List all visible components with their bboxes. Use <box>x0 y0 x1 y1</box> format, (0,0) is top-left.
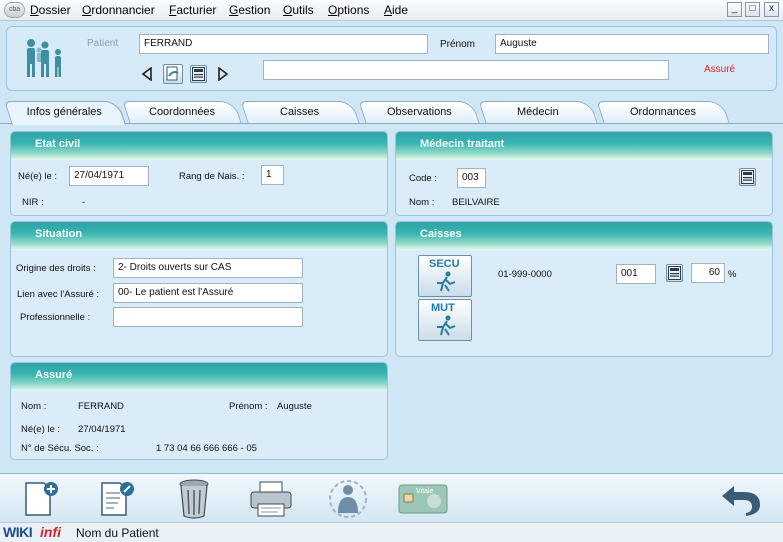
patient-label: Patient <box>87 38 119 49</box>
running-man-icon <box>437 271 456 292</box>
app-logo[interactable]: cba <box>4 2 25 18</box>
assure-section: Assuré Nom : FERRAND Prénom : Auguste Né… <box>10 362 388 460</box>
nir-label: NIR : <box>22 197 44 208</box>
brand-logo-wiki: WIKI <box>3 524 33 540</box>
tab-infos-generales-label: Infos générales <box>27 106 103 118</box>
situation-section: Situation Origine des droits : 2- Droits… <box>10 221 388 357</box>
menu-aide[interactable]: Aide <box>384 3 408 17</box>
menu-dossier[interactable]: Dossier <box>30 3 71 17</box>
printer-icon[interactable] <box>248 480 294 518</box>
new-document-icon[interactable] <box>22 479 62 519</box>
patient-profile-icon[interactable] <box>326 479 370 519</box>
assure-nom-value: FERRAND <box>78 401 124 412</box>
etat-civil-section: Etat civil Né(e) le : 27/04/1971 Rang de… <box>10 131 388 216</box>
rang-nais-field[interactable]: 1 <box>261 165 284 185</box>
assure-ne-le-value: 27/04/1971 <box>78 424 126 435</box>
situation-title: Situation <box>11 222 387 250</box>
secu-label: SECU <box>429 258 460 270</box>
assure-prenom-value: Auguste <box>277 401 312 412</box>
caisses-title: Caisses <box>396 222 772 250</box>
medecin-calculator-button[interactable] <box>739 168 756 186</box>
tab-medecin-label: Médecin <box>517 106 559 118</box>
prenom-field[interactable]: Auguste <box>495 34 769 54</box>
restore-button[interactable]: □ <box>745 2 760 17</box>
medecin-traitant-title: Médecin traitant <box>396 132 772 160</box>
calculator-button[interactable] <box>190 65 207 83</box>
mut-button[interactable]: MUT <box>418 299 472 341</box>
menu-gestion[interactable]: Gestion <box>229 3 270 17</box>
assure-ne-le-label: Né(e) le : <box>21 424 61 435</box>
assure-status-label: Assuré <box>704 64 736 75</box>
menu-outils[interactable]: Outils <box>283 3 314 17</box>
patient-name-field[interactable]: FERRAND <box>139 34 428 54</box>
medecin-traitant-section: Médecin traitant Code : 003 Nom : BEILVA… <box>395 131 773 216</box>
tab-coordonnees-label: Coordonnées <box>148 106 216 118</box>
caisse-numero: 01-999-0000 <box>498 269 552 280</box>
search-patient-icon <box>166 66 179 81</box>
caisse-calculator-button[interactable] <box>666 264 683 282</box>
tab-caisses[interactable]: Caisses <box>240 101 360 123</box>
ne-le-field[interactable]: 27/04/1971 <box>69 166 149 186</box>
menu-ordonnancier[interactable]: Ordonnancier <box>82 3 155 17</box>
running-man-icon <box>437 315 456 336</box>
nir-value: - <box>82 197 86 208</box>
rang-nais-label: Rang de Nais. : <box>179 171 245 182</box>
previous-arrow-icon[interactable] <box>141 67 153 81</box>
calculator-icon <box>741 170 754 184</box>
back-arrow-icon[interactable] <box>718 480 764 518</box>
medecin-nom-value: BEILVAIRE <box>452 197 500 208</box>
tab-caisses-label: Caisses <box>280 106 320 118</box>
patient-note-field[interactable] <box>263 60 669 80</box>
calculator-icon <box>192 67 205 81</box>
ne-le-label: Né(e) le : <box>18 171 58 182</box>
vitale-card-text: Vitale <box>416 488 433 495</box>
mut-label: MUT <box>431 302 455 314</box>
bottom-toolbar: Vitale <box>0 473 783 522</box>
tab-medecin[interactable]: Médecin <box>478 101 598 123</box>
secu-button[interactable]: SECU <box>418 255 472 297</box>
tab-coordonnees[interactable]: Coordonnées <box>122 101 242 123</box>
caisse-percent-sign: % <box>728 269 737 280</box>
patient-header-panel: Patient FERRAND Prénom Auguste Assuré <box>6 26 777 91</box>
search-patient-button[interactable] <box>163 64 183 84</box>
caisse-code-field[interactable]: 001 <box>616 264 656 284</box>
medecin-nom-label: Nom : <box>409 197 435 208</box>
menu-options[interactable]: Options <box>328 3 369 17</box>
tab-ordonnances-label: Ordonnances <box>629 106 697 118</box>
assure-prenom-label: Prénom : <box>229 401 268 412</box>
lien-assure-field[interactable]: 00- Le patient est l'Assuré <box>113 283 303 303</box>
menu-bar: cba Dossier Ordonnancier Facturier Gesti… <box>0 0 783 21</box>
status-text: Nom du Patient <box>76 526 159 540</box>
assure-secu-value: 1 73 04 66 666 666 - 05 <box>156 443 257 454</box>
trash-icon[interactable] <box>176 478 212 520</box>
edit-document-icon[interactable] <box>96 479 136 519</box>
caisses-section: Caisses SECU MUT 01-999-0000 001 60 % <box>395 221 773 357</box>
tab-observations-label: Observations <box>386 106 452 118</box>
etat-civil-title: Etat civil <box>11 132 387 160</box>
calculator-icon <box>668 266 681 280</box>
lien-assure-label: Lien avec l'Assuré : <box>17 289 100 300</box>
menu-facturier[interactable]: Facturier <box>169 3 216 17</box>
minimize-button[interactable]: _ <box>727 2 742 17</box>
tab-observations[interactable]: Observations <box>358 101 480 123</box>
caisse-taux-field[interactable]: 60 <box>691 263 725 283</box>
brand-logo-infi: infi <box>40 524 61 540</box>
tab-infos-generales[interactable]: Infos générales <box>4 101 126 125</box>
prenom-label: Prénom <box>440 39 476 50</box>
assure-nom-label: Nom : <box>21 401 47 412</box>
origine-droits-label: Origine des droits : <box>16 263 96 274</box>
professionnelle-label: Professionnelle : <box>20 312 91 323</box>
assure-secu-label: N° de Sécu. Soc. : <box>21 443 99 454</box>
status-bar: WIKI infi Nom du Patient <box>0 522 783 542</box>
next-arrow-icon[interactable] <box>217 67 229 81</box>
medecin-code-field[interactable]: 003 <box>457 168 486 188</box>
close-button[interactable]: x <box>764 2 779 17</box>
origine-droits-field[interactable]: 2- Droits ouverts sur CAS <box>113 258 303 278</box>
family-icon <box>27 39 61 77</box>
assure-title: Assuré <box>11 363 387 391</box>
vitale-card-icon[interactable]: Vitale <box>398 484 448 514</box>
medecin-code-label: Code : <box>409 173 437 184</box>
professionnelle-field[interactable] <box>113 307 303 327</box>
tab-ordonnances[interactable]: Ordonnances <box>596 101 730 123</box>
